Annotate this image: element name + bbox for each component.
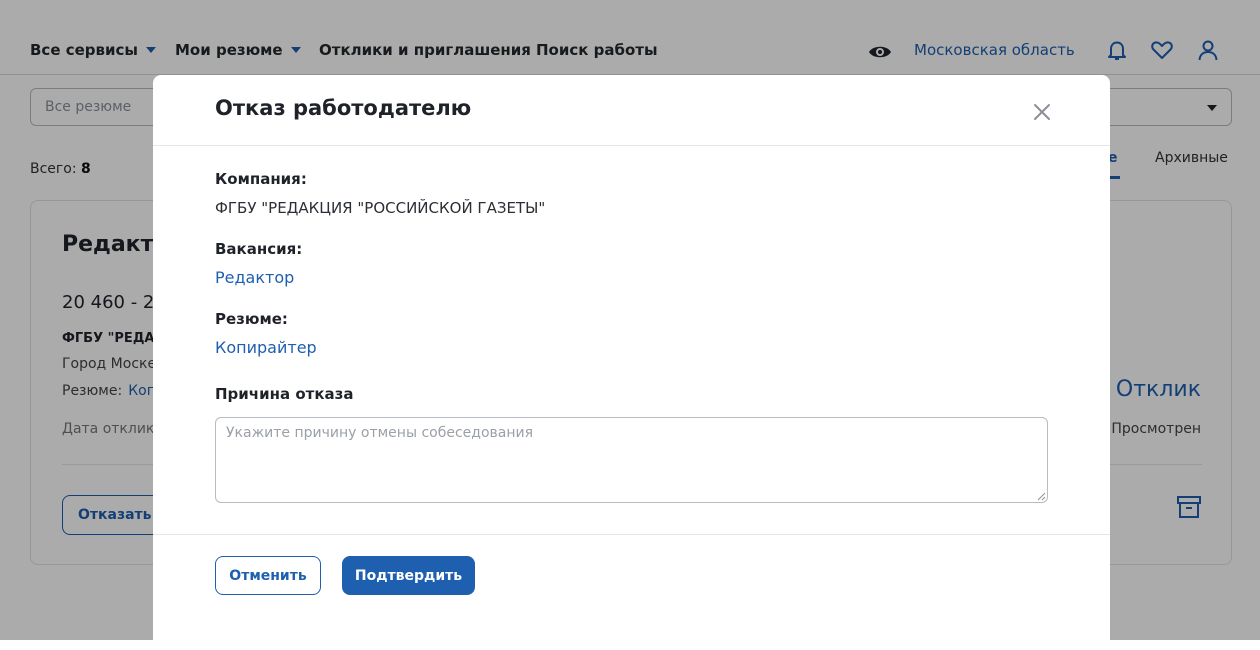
dialog-title: Отказ работодателю — [215, 96, 472, 120]
cancel-button[interactable]: Отменить — [215, 556, 321, 595]
resume-link[interactable]: Копирайтер — [215, 338, 317, 357]
resize-handle-icon[interactable] — [1036, 491, 1046, 501]
reject-employer-dialog: Отказ работодателю Компания: ФГБУ "РЕДАК… — [153, 75, 1110, 650]
reason-label: Причина отказа — [215, 385, 354, 403]
company-label: Компания: — [215, 170, 307, 188]
resume-label: Резюме: — [215, 310, 288, 328]
reason-textarea[interactable] — [215, 417, 1048, 503]
vacancy-link[interactable]: Редактор — [215, 268, 294, 287]
close-icon[interactable] — [1031, 101, 1053, 123]
vacancy-label: Вакансия: — [215, 240, 303, 258]
company-value: ФГБУ "РЕДАКЦИЯ "РОССИЙСКОЙ ГАЗЕТЫ" — [215, 199, 546, 217]
confirm-button[interactable]: Подтвердить — [342, 556, 475, 595]
dialog-footer-divider — [153, 534, 1110, 535]
dialog-header-divider — [153, 145, 1110, 146]
